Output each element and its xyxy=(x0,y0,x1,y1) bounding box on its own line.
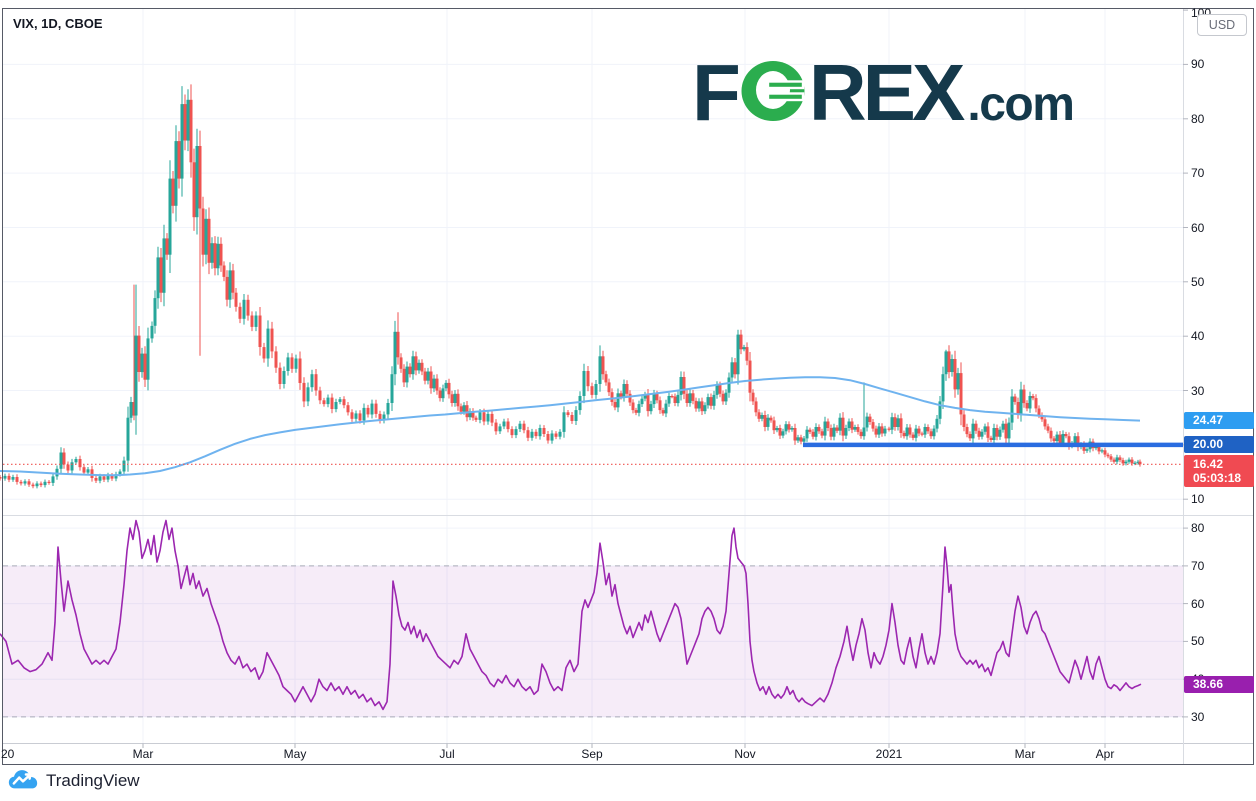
time-tick-label: Jul xyxy=(439,747,454,761)
bar-countdown: 05:03:18 xyxy=(1193,471,1254,485)
oscillator-tick-label: 80 xyxy=(1191,521,1204,535)
price-tick-label: 70 xyxy=(1191,166,1204,180)
time-tick-label: Mar xyxy=(1015,747,1036,761)
price-tick-label: 10 xyxy=(1191,492,1204,506)
tradingview-attribution[interactable]: TradingView xyxy=(8,768,140,793)
price-tick-label: 60 xyxy=(1191,221,1204,235)
ma-price-label: 24.47 xyxy=(1184,412,1254,429)
currency-badge: USD xyxy=(1197,14,1247,36)
time-tick-label: Sep xyxy=(581,747,602,761)
price-tick-label: 40 xyxy=(1191,329,1204,343)
time-tick-label: 20 xyxy=(1,747,14,761)
tradingview-logo-icon xyxy=(8,768,38,793)
time-tick-label: Nov xyxy=(734,747,755,761)
price-tick-label: 30 xyxy=(1191,384,1204,398)
trading-chart-screenshot: F REX .com VIX, 1D, CBOE USD 10090807060… xyxy=(0,0,1256,801)
price-pane[interactable] xyxy=(3,9,1183,515)
last-price-value: 16.42 xyxy=(1193,457,1254,471)
time-tick-label: Mar xyxy=(133,747,154,761)
oscillator-tick-label: 30 xyxy=(1191,710,1204,724)
tradingview-brand-text[interactable]: TradingView xyxy=(46,771,140,791)
candle-body xyxy=(0,477,2,479)
oscillator-value-label: 38.66 xyxy=(1184,676,1254,693)
oscillator-tick-label: 60 xyxy=(1191,597,1204,611)
time-tick-label: 2021 xyxy=(876,747,903,761)
price-tick-label: 80 xyxy=(1191,112,1204,126)
oscillator-tick-label: 50 xyxy=(1191,634,1204,648)
symbol-title: VIX, 1D, CBOE xyxy=(13,16,103,31)
time-tick-label: Apr xyxy=(1096,747,1115,761)
oscillator-tick-label: 70 xyxy=(1191,559,1204,573)
oscillator-pane[interactable] xyxy=(3,516,1183,743)
price-tick-label: 90 xyxy=(1191,57,1204,71)
last-price-label: 16.42 05:03:18 xyxy=(1184,455,1254,487)
time-tick-label: May xyxy=(284,747,307,761)
horizontal-line-price-label: 20.00 xyxy=(1184,436,1254,453)
price-tick-label: 50 xyxy=(1191,275,1204,289)
